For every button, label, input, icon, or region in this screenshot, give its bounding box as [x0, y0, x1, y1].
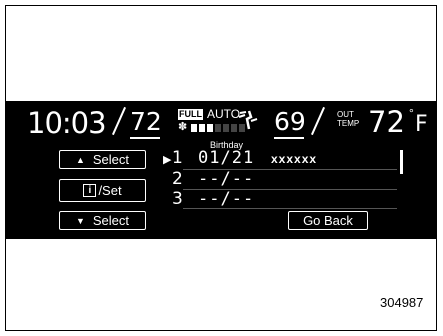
- info-set-label: /Set: [98, 183, 122, 198]
- divider-slash: [111, 106, 127, 136]
- select-up-label: Select: [92, 152, 130, 167]
- row-number: 3: [172, 189, 183, 209]
- driver-temp: 72: [130, 107, 162, 136]
- selected-marker: ▶: [163, 154, 172, 166]
- climate-mode: AUTO: [207, 107, 241, 121]
- figure-code: 304987: [380, 295, 424, 310]
- clock: 10:03: [27, 106, 107, 140]
- row-date: --/--: [198, 169, 255, 189]
- row-divider: [183, 208, 397, 209]
- up-triangle-icon: ▲: [75, 154, 85, 165]
- out-temp-unit: F: [415, 112, 428, 137]
- select-down-label: Select: [92, 213, 130, 228]
- fan-mode-badge: FULL: [178, 109, 203, 120]
- row-number: 1: [172, 148, 183, 168]
- climate-status-bar: 10:03 72 FULL AUTO ✽ 69 OUT TEMP 72 ° F: [5, 101, 437, 141]
- row-date: 01/21: [198, 148, 255, 168]
- passenger-temp-underline: [274, 137, 304, 139]
- scrollbar[interactable]: [400, 150, 403, 174]
- out-temp-label: OUT TEMP: [337, 110, 360, 128]
- degree-symbol: °: [409, 106, 414, 120]
- select-down-button[interactable]: ▼ Select: [59, 211, 146, 230]
- go-back-button[interactable]: Go Back: [288, 211, 368, 230]
- info-set-button[interactable]: i /Set: [59, 179, 146, 202]
- info-icon: i: [83, 184, 97, 197]
- out-temp-value: 72: [368, 105, 405, 139]
- display-screen: 10:03 72 FULL AUTO ✽ 69 OUT TEMP 72 ° F …: [5, 101, 437, 239]
- down-triangle-icon: ▼: [75, 215, 85, 226]
- row-number: 2: [172, 169, 183, 189]
- go-back-label: Go Back: [303, 213, 353, 228]
- passenger-temp: 69: [274, 107, 306, 136]
- divider-slash-2: [310, 106, 326, 136]
- row-name: xxxxxx: [271, 152, 318, 166]
- fan-icon: ✽: [178, 121, 188, 133]
- driver-temp-underline: [130, 137, 160, 139]
- airflow-icon: [238, 110, 258, 130]
- select-up-button[interactable]: ▲ Select: [59, 150, 146, 169]
- row-date: --/--: [198, 189, 255, 209]
